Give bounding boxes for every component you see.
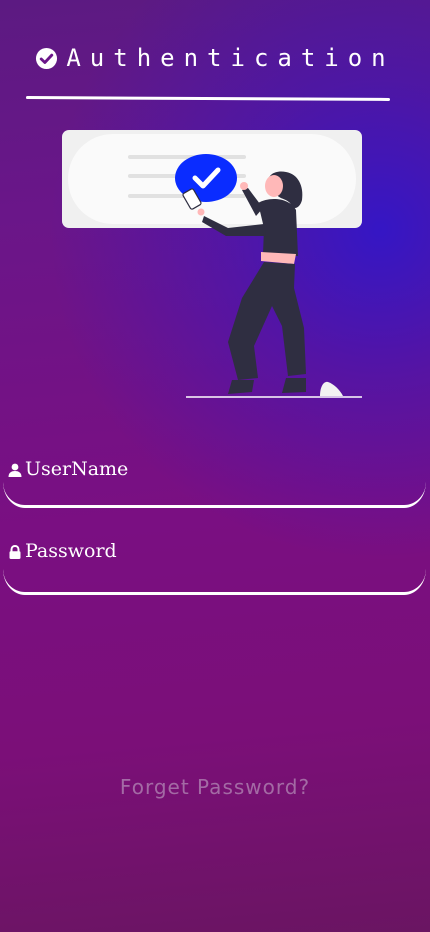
authentication-illustration bbox=[58, 128, 368, 403]
username-label: UserName bbox=[25, 458, 129, 480]
password-field[interactable]: Password bbox=[3, 540, 426, 595]
user-icon bbox=[8, 463, 22, 477]
check-circle-icon bbox=[35, 47, 58, 70]
password-label: Password bbox=[25, 540, 117, 562]
header-divider bbox=[25, 96, 391, 101]
username-field[interactable]: UserName bbox=[3, 458, 426, 508]
lock-icon bbox=[8, 545, 22, 559]
page-title: Authentication bbox=[66, 44, 395, 72]
header: Authentication bbox=[0, 44, 430, 72]
forget-password-link[interactable]: Forget Password? bbox=[0, 775, 430, 799]
